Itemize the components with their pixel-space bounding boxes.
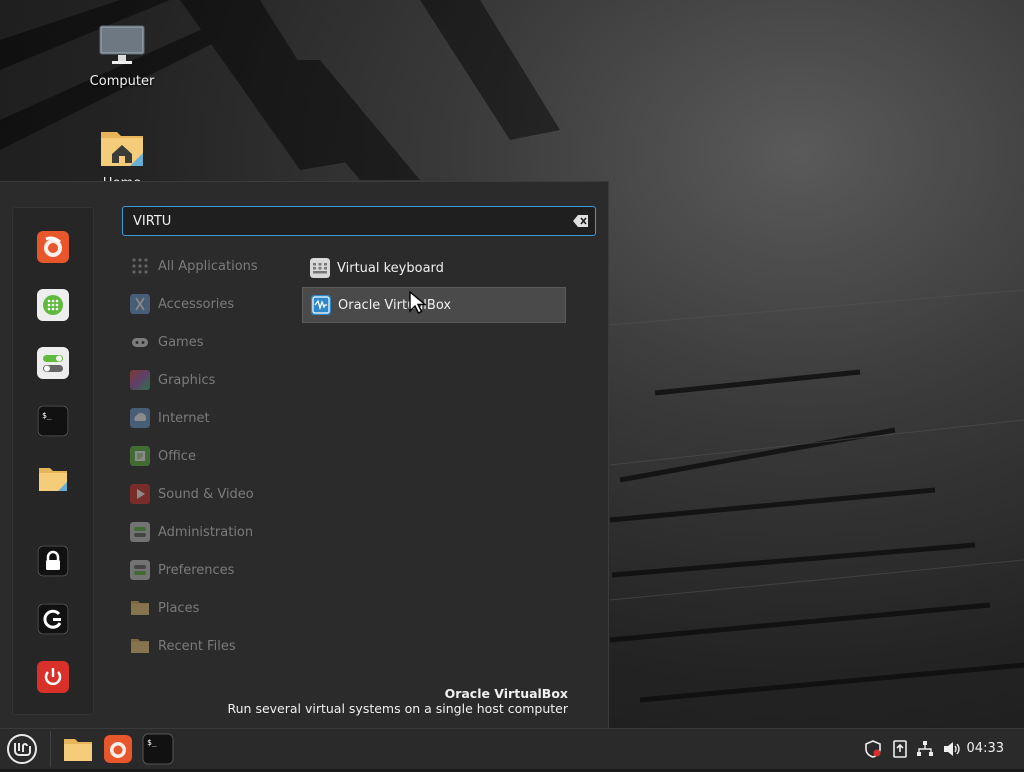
search-input[interactable] [133,212,563,230]
taskbar-panel: $_ 04:33 [0,728,1024,769]
category-preferences[interactable]: Preferences [130,558,234,582]
category-label: Games [158,334,204,350]
category-all-applications[interactable]: All Applications [130,254,258,278]
app-description-title: Oracle VirtualBox [444,686,568,701]
shield-icon[interactable] [864,740,882,758]
computer-icon [98,22,146,70]
category-label: Places [158,600,200,616]
favorite-firefox[interactable] [37,231,69,263]
keyboard-icon [310,258,330,278]
category-administration[interactable]: Administration [130,520,253,544]
favorites-panel: $_ [12,207,94,715]
home-folder-icon [98,124,146,172]
app-description-text: Run several virtual systems on a single … [227,701,569,716]
menu-button[interactable] [6,733,38,765]
grid-icon [132,258,148,274]
result-label: Virtual keyboard [337,260,444,276]
desktop-icon-computer[interactable]: Computer [77,22,167,89]
firefox-icon [104,735,132,763]
category-recent-files[interactable]: Recent Files [130,634,236,658]
sound-video-icon [130,484,150,504]
games-icon [132,338,148,347]
power-icon [37,661,69,693]
network-icon[interactable] [916,740,934,758]
result-oracle-virtualbox[interactable]: Oracle VirtualBox [302,287,566,323]
favorite-lock-screen[interactable] [37,545,69,577]
category-graphics[interactable]: Graphics [130,368,215,392]
accessories-icon [130,294,150,314]
category-label: Preferences [158,562,235,578]
category-label: All Applications [158,258,258,274]
panel-launcher-firefox[interactable] [102,733,134,765]
clear-search-icon[interactable] [573,214,589,228]
terminal-icon: $_ [37,405,69,437]
software-manager-icon [37,289,69,321]
administration-icon [130,522,150,542]
category-sound-video[interactable]: Sound & Video [130,482,254,506]
lock-icon [37,545,69,577]
favorite-settings[interactable] [37,347,69,379]
preferences-icon [130,560,150,580]
category-office[interactable]: Office [130,444,196,468]
mint-logo-icon [7,734,37,764]
folder-icon [64,739,92,761]
category-label: Accessories [158,296,235,312]
category-label: Recent Files [158,638,236,654]
firefox-icon [37,231,69,263]
favorite-terminal[interactable]: $_ [37,405,69,437]
recent-files-folder-icon [131,639,149,653]
category-label: Administration [158,524,254,540]
places-folder-icon [131,601,149,615]
category-games[interactable]: Games [130,330,203,354]
svg-text:$_: $_ [147,738,157,747]
graphics-icon [130,370,150,390]
favorite-quit[interactable] [37,661,69,693]
update-icon[interactable] [891,740,909,758]
category-internet[interactable]: Internet [130,406,210,430]
application-menu: $_ All Applications Accessories [0,181,609,729]
category-label: Internet [158,410,210,426]
category-accessories[interactable]: Accessories [130,292,234,316]
result-virtual-keyboard[interactable]: Virtual keyboard [302,250,566,286]
panel-separator [50,731,51,767]
settings-icon [37,347,69,379]
panel-launcher-terminal[interactable]: $_ [142,733,174,765]
mouse-cursor-icon [409,290,427,314]
category-label: Sound & Video [158,486,254,502]
panel-launcher-files[interactable] [62,733,94,765]
category-label: Graphics [158,372,216,388]
desktop-icon-label: Computer [89,74,155,89]
svg-text:$_: $_ [42,411,52,420]
terminal-icon: $_ [142,733,174,765]
office-icon [130,446,150,466]
result-label: Oracle VirtualBox [338,297,452,313]
favorite-log-out[interactable] [37,603,69,635]
search-box[interactable] [122,206,596,236]
volume-icon[interactable] [942,740,960,758]
app-description: Oracle VirtualBox Run several virtual sy… [228,686,569,716]
internet-icon [130,408,150,428]
category-places[interactable]: Places [130,596,199,620]
virtualbox-icon [311,295,331,315]
logout-icon [37,603,69,635]
folder-icon [39,468,67,491]
clock[interactable]: 04:33 [967,741,1004,756]
favorite-software-manager[interactable] [37,289,69,321]
category-label: Office [158,448,196,464]
favorite-files[interactable] [37,463,69,495]
